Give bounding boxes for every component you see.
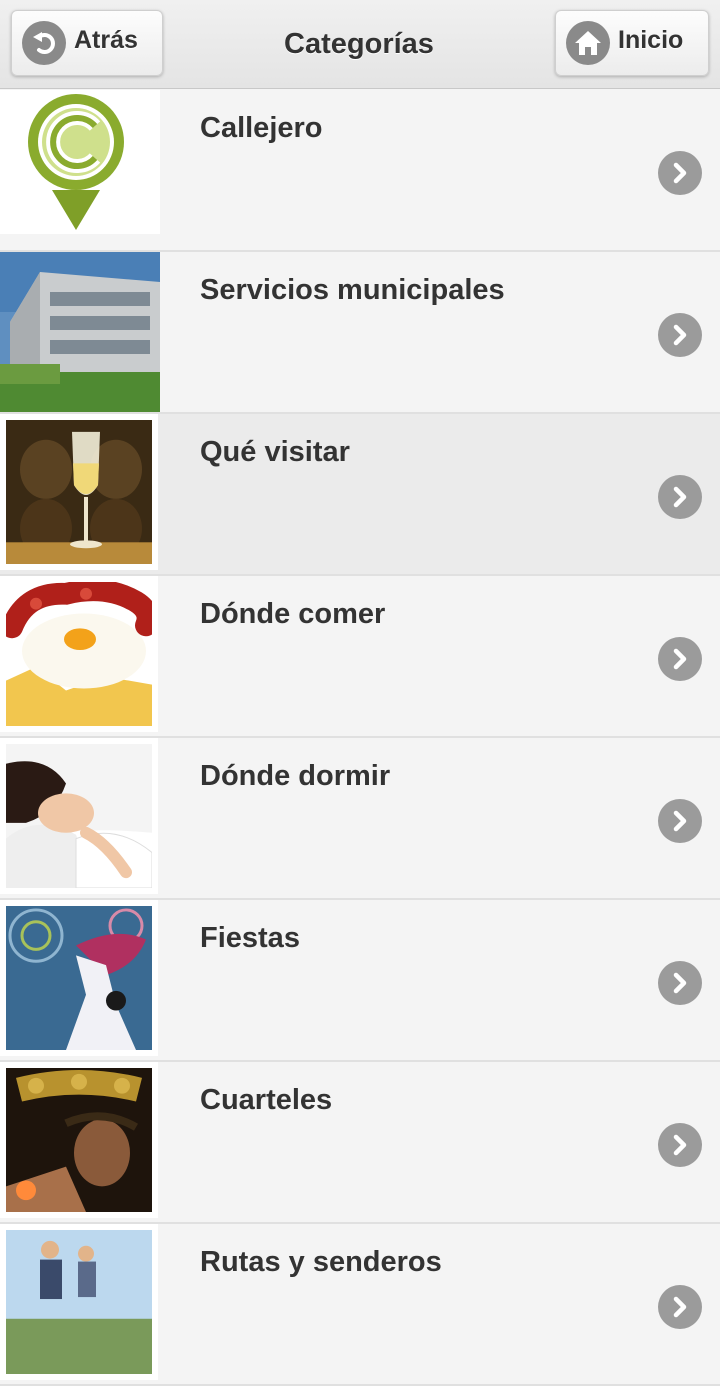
home-button[interactable]: Inicio <box>555 10 709 76</box>
list-item-fiestas[interactable]: Fiestas <box>0 900 720 1062</box>
chevron-right-icon <box>658 151 702 195</box>
home-button-label: Inicio <box>618 25 684 54</box>
chevron-right-icon <box>658 637 702 681</box>
back-button[interactable]: Atrás <box>11 10 163 76</box>
list-item-label: Servicios municipales <box>200 274 505 306</box>
chevron-right-icon <box>658 313 702 357</box>
list-item-label: Fiestas <box>200 922 300 954</box>
hikers-image <box>0 1224 158 1380</box>
list-item-label: Dónde comer <box>200 598 386 630</box>
chevron-right-icon <box>658 1123 702 1167</box>
back-button-label: Atrás <box>74 25 138 54</box>
list-item-label: Rutas y senderos <box>200 1246 442 1278</box>
list-item-label: Qué visitar <box>200 436 350 468</box>
fried-egg-chorizo-image <box>0 576 158 732</box>
chevron-right-icon <box>658 799 702 843</box>
list-item-callejero[interactable]: Callejero <box>0 90 720 252</box>
chevron-right-icon <box>658 475 702 519</box>
top-toolbar: Atrás Categorías Inicio <box>0 0 720 89</box>
holy-week-christ-image <box>0 1062 158 1218</box>
chevron-right-icon <box>658 961 702 1005</box>
list-item-donde-comer[interactable]: Dónde comer <box>0 576 720 738</box>
list-item-servicios-municipales[interactable]: Servicios municipales <box>0 252 720 414</box>
sleeping-woman-image <box>0 738 158 894</box>
list-item-label: Cuarteles <box>200 1084 333 1116</box>
municipal-building-image <box>0 252 160 412</box>
category-list: Callejero Servicios municipales Qué visi… <box>0 90 720 1386</box>
list-item-label: Callejero <box>200 112 323 144</box>
home-icon <box>566 21 610 65</box>
list-item-que-visitar[interactable]: Qué visitar <box>0 414 720 576</box>
page-title: Categorías <box>284 28 434 60</box>
list-item-cuarteles[interactable]: Cuarteles <box>0 1062 720 1224</box>
chevron-right-icon <box>658 1285 702 1329</box>
sherry-wine-glass-image <box>0 414 158 570</box>
callejero-logo <box>0 90 160 234</box>
flamenco-dancer-image <box>0 900 158 1056</box>
list-item-label: Dónde dormir <box>200 760 391 792</box>
list-item-donde-dormir[interactable]: Dónde dormir <box>0 738 720 900</box>
list-item-rutas-y-senderos[interactable]: Rutas y senderos <box>0 1224 720 1386</box>
back-arrow-icon <box>22 21 66 65</box>
